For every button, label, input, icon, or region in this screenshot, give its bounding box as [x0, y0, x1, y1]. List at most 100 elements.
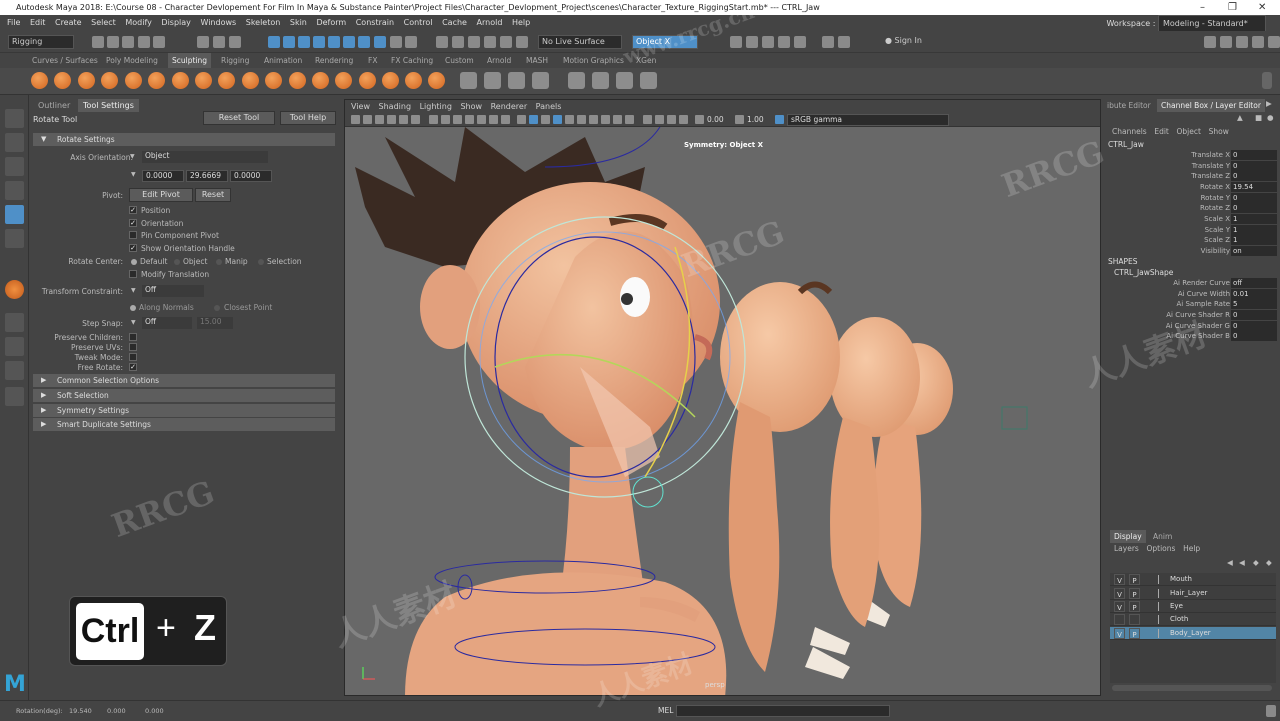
- scene-view[interactable]: Symmetry: Object X persp: [345, 116, 1100, 695]
- layer-color-swatch[interactable]: [1158, 575, 1166, 584]
- menu-windows[interactable]: Windows: [200, 18, 236, 27]
- colorspace-dropdown[interactable]: sRGB gamma: [787, 114, 949, 126]
- sign-in-button[interactable]: ● Sign In: [882, 35, 960, 49]
- menu-skin[interactable]: Skin: [290, 18, 307, 27]
- snap-point-icon[interactable]: [298, 36, 310, 48]
- reset-tool-button[interactable]: Reset Tool: [203, 111, 275, 125]
- resolution-gate-icon[interactable]: [453, 115, 462, 124]
- shelf-tab-fx[interactable]: FX: [368, 53, 377, 68]
- construction-history-icon[interactable]: [374, 36, 386, 48]
- layer-color-swatch[interactable]: [1158, 629, 1166, 638]
- sculpt-brush-icon[interactable]: [31, 72, 48, 89]
- ipr-render-icon[interactable]: [762, 36, 774, 48]
- layer-visibility-toggle[interactable]: V: [1114, 574, 1125, 585]
- sculpt-tool-icon[interactable]: [436, 36, 448, 48]
- free-rotate-checkbox[interactable]: ✓: [129, 363, 137, 371]
- shape-attr-row[interactable]: Ai Curve Shader R0: [1103, 310, 1280, 321]
- channel-value[interactable]: 19.54: [1231, 182, 1277, 192]
- axis-value-y[interactable]: 29.6669: [186, 170, 228, 182]
- menu-control[interactable]: Control: [404, 18, 433, 27]
- render-frame-icon[interactable]: [405, 36, 417, 48]
- lock-icon[interactable]: [390, 36, 402, 48]
- rc-manip-radio[interactable]: [216, 259, 222, 265]
- layer-row[interactable]: Cloth: [1110, 613, 1276, 626]
- layer-visibility-toggle[interactable]: V: [1114, 601, 1125, 612]
- channel-box-icon[interactable]: [1252, 36, 1264, 48]
- fill-brush-icon[interactable]: [312, 72, 329, 89]
- bulge-brush-icon[interactable]: [382, 72, 399, 89]
- render-view-icon[interactable]: [730, 36, 742, 48]
- scrape-brush-icon[interactable]: [289, 72, 306, 89]
- new-layer-selected-icon[interactable]: ◆: [1266, 558, 1272, 567]
- transform-constraint-dropdown[interactable]: Off: [142, 285, 204, 297]
- input-ops-icon[interactable]: [358, 36, 370, 48]
- relax-tool-icon[interactable]: [468, 36, 480, 48]
- menu-cache[interactable]: Cache: [442, 18, 467, 27]
- shape-attr-row[interactable]: Ai Sample Rate 5: [1103, 299, 1280, 310]
- menu-select[interactable]: Select: [91, 18, 116, 27]
- symmetry-dropdown[interactable]: Object X: [632, 35, 698, 49]
- layer-color-swatch[interactable]: [1158, 589, 1166, 598]
- viewport-panel[interactable]: View Shading Lighting Show Renderer Pane…: [344, 99, 1101, 696]
- along-normals-radio[interactable]: [130, 305, 136, 311]
- pin-pivot-checkbox[interactable]: [129, 231, 137, 239]
- layer-scrollbar[interactable]: [1112, 685, 1272, 691]
- shelf-tab-poly-modeling[interactable]: Poly Modeling: [106, 53, 158, 68]
- rc-object-radio[interactable]: [174, 259, 180, 265]
- flatten-brush-icon[interactable]: [148, 72, 165, 89]
- step-snap-dropdown[interactable]: Off: [142, 317, 192, 329]
- convert-to-frozen-icon[interactable]: [568, 72, 585, 89]
- shelf-tab-animation[interactable]: Animation: [264, 53, 302, 68]
- imprint-brush-icon[interactable]: [242, 72, 259, 89]
- shape-attr-value[interactable]: 0: [1231, 331, 1277, 341]
- layer-visibility-toggle[interactable]: V: [1114, 588, 1125, 599]
- xray-icon[interactable]: [655, 115, 664, 124]
- last-tool-icon[interactable]: [5, 280, 24, 299]
- script-editor-icon[interactable]: [1266, 705, 1276, 717]
- preserve-children-checkbox[interactable]: [129, 333, 137, 341]
- knife-brush-icon[interactable]: [335, 72, 352, 89]
- panel-menu-arrow-icon[interactable]: ▶: [1266, 99, 1272, 108]
- erase-tool-icon[interactable]: [508, 72, 525, 89]
- safe-action-icon[interactable]: [489, 115, 498, 124]
- layer-name[interactable]: Cloth: [1170, 613, 1188, 626]
- blend-shape-icon[interactable]: [532, 72, 549, 89]
- preserve-uvs-checkbox[interactable]: [129, 343, 137, 351]
- relax-brush-icon[interactable]: [78, 72, 95, 89]
- rotate-tool-icon[interactable]: [5, 205, 24, 224]
- tab-attribute-editor[interactable]: ibute Editor: [1103, 99, 1155, 112]
- 2d-pan-icon[interactable]: [399, 115, 408, 124]
- arnold-render-icon[interactable]: [822, 36, 834, 48]
- vp-menu-renderer[interactable]: Renderer: [491, 102, 528, 111]
- channel-row[interactable]: Rotate X 19.54: [1103, 182, 1280, 193]
- layer-playback-toggle[interactable]: P: [1129, 588, 1140, 599]
- close-icon[interactable]: ✕: [1258, 0, 1266, 15]
- channel-row[interactable]: Translate X0: [1103, 150, 1280, 161]
- position-checkbox[interactable]: ✓: [129, 206, 137, 214]
- edit-pivot-button[interactable]: Edit Pivot: [129, 188, 193, 202]
- vp-menu-lighting[interactable]: Lighting: [420, 102, 452, 111]
- mel-label[interactable]: MEL: [658, 701, 673, 721]
- snap-plane-icon[interactable]: [313, 36, 325, 48]
- menu-modify[interactable]: Modify: [125, 18, 152, 27]
- foamy-brush-icon[interactable]: [172, 72, 189, 89]
- flatten-tool-icon[interactable]: [516, 36, 528, 48]
- freeze-brush-icon[interactable]: [428, 72, 445, 89]
- channel-value[interactable]: on: [1231, 246, 1277, 256]
- layer-row-selected[interactable]: V P Body_Layer: [1110, 627, 1276, 640]
- four-view-icon[interactable]: [5, 337, 24, 356]
- channel-value[interactable]: 1: [1231, 235, 1277, 245]
- exposure-icon[interactable]: [695, 115, 704, 124]
- shelf-tab-arnold[interactable]: Arnold: [487, 53, 511, 68]
- wax-brush-icon[interactable]: [265, 72, 282, 89]
- paint-select-tool-icon[interactable]: [5, 157, 24, 176]
- mask-tool-icon[interactable]: [460, 72, 477, 89]
- tweak-mode-checkbox[interactable]: [129, 353, 137, 361]
- channel-row[interactable]: Scale Z1: [1103, 235, 1280, 246]
- menu-set-dropdown[interactable]: Rigging: [8, 35, 74, 49]
- wireframe-icon[interactable]: [517, 115, 526, 124]
- axis-orientation-dropdown[interactable]: Object: [142, 151, 268, 163]
- channel-value[interactable]: 0: [1231, 150, 1277, 160]
- falloff-icon[interactable]: [640, 72, 657, 89]
- shelf-tab-rigging[interactable]: Rigging: [221, 53, 249, 68]
